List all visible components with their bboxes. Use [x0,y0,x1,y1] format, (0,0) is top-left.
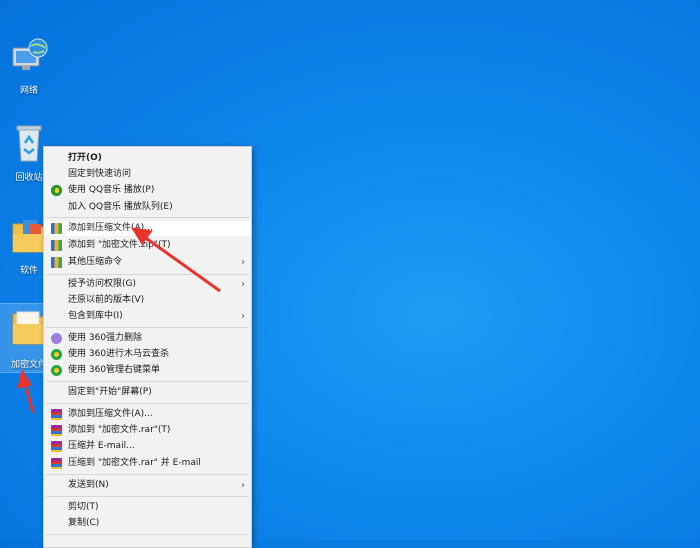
menu-item-include-library[interactable]: 包含到库中(I) › [44,309,251,324]
menu-item-restore-versions[interactable]: 还原以前的版本(V) [44,293,251,308]
menu-separator [46,403,249,404]
chevron-right-icon: › [241,480,245,491]
menu-item-qq-play[interactable]: 使用 QQ音乐 播放(P) [44,183,251,198]
menu-item-360-manage[interactable]: 使用 360管理右键菜单 [44,363,251,378]
menu-separator [46,534,249,535]
winrar-icon [51,409,62,420]
annotation-arrow-folder [17,368,35,414]
menu-item-label: 使用 QQ音乐 播放(P) [68,185,155,195]
menu-item-cut[interactable]: 剪切(T) [44,500,251,515]
winrar-icon [51,425,62,436]
menu-separator [46,496,249,497]
menu-item-label: 剪切(T) [68,502,99,512]
menu-item-rar-add[interactable]: 添加到压缩文件(A)... [44,407,251,422]
menu-item-label: 固定到"开始"屏幕(P) [68,387,152,397]
menu-item-360-scan[interactable]: 使用 360进行木马云查杀 [44,347,251,362]
menu-item-label: 添加到压缩文件(A)... [68,409,153,419]
context-menu: 打开(O) 固定到快速访问 使用 QQ音乐 播放(P) 加入 QQ音乐 播放队列… [43,146,252,548]
winrar-icon [51,441,62,452]
menu-item-label: 使用 360进行木马云查杀 [68,349,170,359]
network-icon [12,38,48,70]
360-scan-icon [51,349,62,360]
desktop-icon-label: 网络 [19,86,38,96]
360-scan-icon [51,365,62,376]
menu-separator [46,217,249,218]
menu-item-rar-add-named[interactable]: 添加到 "加密文件.rar"(T) [44,423,251,438]
menu-item-send-to[interactable]: 发送到(N) › [44,478,251,493]
chevron-right-icon: › [241,311,245,322]
chevron-right-icon: › [241,257,245,268]
menu-item-label: 添加到压缩文件(A)... [68,223,153,233]
menu-item-rar-email[interactable]: 压缩并 E-mail... [44,439,251,454]
desktop-icon-network[interactable]: 网络 [0,34,58,96]
menu-item-360-shred[interactable]: 使用 360强力删除 [44,331,251,346]
menu-item-label: 复制(C) [68,518,100,528]
menu-item-label: 授予访问权限(G) [68,279,136,289]
menu-item-label: 使用 360强力删除 [68,333,143,343]
menu-item-bandizip-add[interactable]: 添加到压缩文件(A)... [44,221,251,236]
menu-item-label: 打开(O) [68,153,102,163]
menu-item-bandizip-more[interactable]: 其他压缩命令 › [44,255,251,270]
menu-item-pin-start[interactable]: 固定到"开始"屏幕(P) [44,385,251,400]
360-shred-icon [51,333,62,344]
menu-item-open[interactable]: 打开(O) [44,151,251,166]
qq-music-icon [51,185,62,196]
menu-item-label: 压缩并 E-mail... [68,441,135,451]
menu-item-label: 使用 360管理右键菜单 [68,365,161,375]
bandizip-icon [51,257,62,268]
menu-item-qq-queue[interactable]: 加入 QQ音乐 播放队列(E) [44,200,251,215]
menu-item-label: 加入 QQ音乐 播放队列(E) [68,202,173,212]
menu-item-label: 添加到 "加密文件.zip"(T) [68,240,171,250]
menu-item-label: 发送到(N) [68,480,109,490]
menu-item-pin-quick-access[interactable]: 固定到快速访问 [44,167,251,182]
menu-item-copy[interactable]: 复制(C) [44,516,251,531]
menu-item-label: 还原以前的版本(V) [68,295,145,305]
winrar-icon [51,458,62,469]
menu-item-grant-access[interactable]: 授予访问权限(G) › [44,277,251,292]
menu-item-label: 固定到快速访问 [68,169,132,179]
menu-item-label: 压缩到 "加密文件.rar" 并 E-mail [68,458,201,468]
chevron-right-icon: › [241,279,245,290]
menu-separator [46,274,249,275]
menu-item-label: 包含到库中(I) [68,311,123,321]
menu-separator [46,474,249,475]
menu-separator [46,381,249,382]
menu-item-rar-email-named[interactable]: 压缩到 "加密文件.rar" 并 E-mail [44,456,251,471]
bandizip-icon [51,223,62,234]
bandizip-icon [51,240,62,251]
menu-item-label: 添加到 "加密文件.rar"(T) [68,425,171,435]
menu-item-bandizip-add-named[interactable]: 添加到 "加密文件.zip"(T) [44,238,251,253]
menu-item-label: 其他压缩命令 [68,257,123,267]
menu-separator [46,327,249,328]
